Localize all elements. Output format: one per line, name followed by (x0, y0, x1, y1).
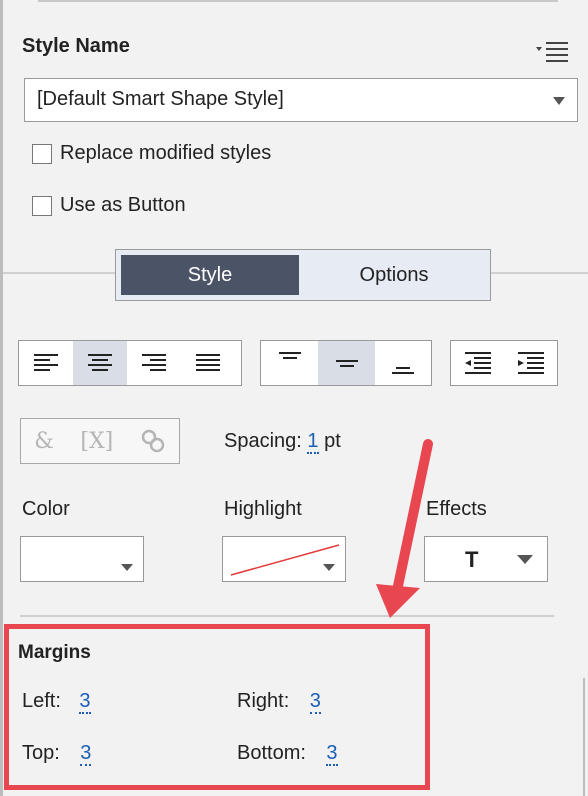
style-options-tabs: Style Options (115, 249, 491, 301)
style-name-dropdown[interactable]: [Default Smart Shape Style] (24, 78, 578, 122)
align-justify-icon[interactable] (181, 341, 235, 385)
color-label: Color (22, 498, 70, 520)
text-effects-icon: T (465, 547, 479, 572)
spacing-row: Spacing: 1 pt (224, 430, 341, 454)
align-right-icon[interactable] (127, 341, 181, 385)
chevron-down-icon (323, 564, 335, 571)
tab-style[interactable]: Style (121, 255, 299, 295)
replace-modified-styles-row[interactable]: Replace modified styles (32, 142, 271, 165)
insert-tools-group: & [X] (20, 418, 180, 464)
panel-left-border (0, 0, 3, 796)
replace-modified-styles-label: Replace modified styles (60, 142, 272, 164)
vertical-align-group (260, 340, 432, 386)
decrease-indent-icon[interactable] (451, 341, 504, 385)
chevron-down-icon (553, 97, 565, 105)
insert-variable-icon[interactable]: [X] (80, 429, 113, 454)
highlight-label: Highlight (224, 498, 302, 520)
spacing-label: Spacing: (224, 430, 302, 452)
use-as-button-label: Use as Button (60, 194, 186, 216)
indent-group (450, 340, 558, 386)
align-bottom-icon[interactable] (375, 341, 431, 385)
annotation-highlight-box (4, 624, 430, 790)
style-name-value: [Default Smart Shape Style] (37, 88, 284, 110)
chevron-down-icon (517, 555, 533, 564)
horizontal-align-group (18, 340, 242, 386)
align-left-icon[interactable] (19, 341, 73, 385)
style-name-label: Style Name (22, 35, 130, 57)
color-picker[interactable] (20, 536, 144, 582)
top-divider (38, 0, 558, 2)
use-as-button-row[interactable]: Use as Button (32, 194, 186, 217)
spacing-unit: pt (324, 430, 341, 452)
margins-divider (20, 615, 554, 617)
annotation-arrow-icon (376, 439, 433, 618)
tab-options[interactable]: Options (304, 255, 484, 295)
align-top-icon[interactable] (261, 341, 318, 385)
highlight-picker[interactable] (222, 536, 346, 582)
align-middle-icon[interactable] (318, 341, 375, 385)
insert-symbol-icon[interactable]: & (34, 429, 54, 454)
replace-modified-styles-checkbox[interactable] (32, 143, 52, 164)
no-color-slash-icon (230, 544, 340, 576)
scrollbar-track[interactable] (583, 678, 585, 796)
use-as-button-checkbox[interactable] (32, 195, 52, 216)
align-center-icon[interactable] (73, 341, 127, 385)
hyperlink-icon[interactable] (140, 428, 166, 454)
increase-indent-icon[interactable] (504, 341, 557, 385)
spacing-value[interactable]: 1 (307, 430, 319, 454)
list-menu-icon[interactable] (534, 38, 570, 62)
chevron-down-icon (121, 564, 133, 571)
